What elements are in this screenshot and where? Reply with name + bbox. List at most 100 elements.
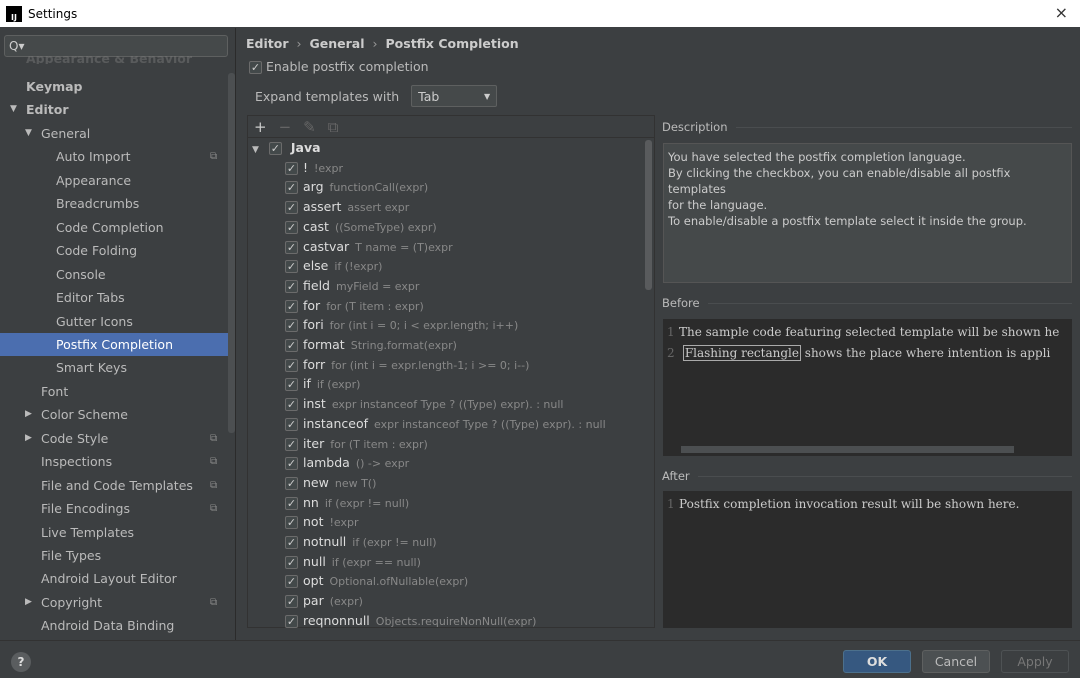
help-button[interactable]: ? bbox=[11, 652, 31, 672]
edit-icon[interactable]: ✎ bbox=[303, 118, 316, 136]
template-item[interactable]: ✓ iter for (T item : expr) bbox=[285, 434, 428, 454]
checkbox-icon[interactable]: ✓ bbox=[285, 378, 298, 392]
sidebar-item-smart-keys[interactable]: Smart Keys bbox=[0, 356, 228, 379]
sidebar-item-editor-tabs[interactable]: Editor Tabs bbox=[0, 286, 228, 309]
sidebar-item-auto-import[interactable]: Auto Import ⧉ bbox=[0, 145, 228, 168]
cancel-button[interactable]: Cancel bbox=[922, 650, 990, 673]
template-item[interactable]: ✓ notnull if (expr != null) bbox=[285, 532, 437, 552]
checkbox-icon[interactable]: ✓ bbox=[268, 142, 282, 155]
checkbox-icon[interactable]: ✓ bbox=[285, 299, 298, 313]
template-item[interactable]: ✓ null if (expr == null) bbox=[285, 552, 421, 572]
close-icon[interactable]: × bbox=[1055, 3, 1068, 22]
sidebar-item-gutter-icons[interactable]: Gutter Icons bbox=[0, 310, 228, 333]
checkbox-icon[interactable]: ✓ bbox=[285, 614, 298, 628]
checkbox-icon[interactable]: ✓ bbox=[249, 61, 262, 74]
sidebar-item-general[interactable]: ▼ General bbox=[0, 122, 228, 145]
checkbox-icon[interactable]: ✓ bbox=[285, 417, 298, 431]
template-item[interactable]: ✓ if if (expr) bbox=[285, 374, 360, 394]
after-editor[interactable]: 1 Postfix completion invocation result wi… bbox=[663, 491, 1072, 628]
template-group-java[interactable]: ▼ ✓ Java bbox=[252, 138, 321, 158]
template-item[interactable]: ✓ par (expr) bbox=[285, 591, 363, 611]
checkbox-icon[interactable]: ✓ bbox=[285, 595, 298, 609]
checkbox-icon[interactable]: ✓ bbox=[285, 201, 298, 215]
template-item[interactable]: ✓ field myField = expr bbox=[285, 276, 419, 296]
sidebar-item-font[interactable]: Font bbox=[0, 380, 228, 403]
template-item[interactable]: ✓ not !expr bbox=[285, 512, 358, 532]
add-icon[interactable]: + bbox=[254, 118, 267, 136]
copy-icon[interactable]: ⧉ bbox=[328, 118, 339, 136]
checkbox-icon[interactable]: ✓ bbox=[285, 319, 298, 333]
template-item[interactable]: ✓ inst expr instanceof Type ? ((Type) expr… bbox=[285, 394, 563, 414]
sidebar-item-editor[interactable]: ▼ Editor bbox=[0, 98, 228, 121]
checkbox-icon[interactable]: ✓ bbox=[285, 536, 298, 549]
sidebar-item-appearance-behavior[interactable]: Appearance & Behavior bbox=[26, 56, 192, 64]
sidebar-item-console[interactable]: Console bbox=[0, 263, 228, 286]
breadcrumb-item[interactable]: Editor bbox=[246, 36, 289, 51]
checkbox-icon[interactable]: ✓ bbox=[285, 279, 298, 293]
template-item[interactable]: ✓ lambda () -> expr bbox=[285, 453, 409, 473]
sidebar-item-appearance[interactable]: Appearance bbox=[0, 169, 228, 192]
checkbox-icon[interactable]: ✓ bbox=[285, 516, 298, 530]
template-item[interactable]: ✓ opt Optional.ofNullable(expr) bbox=[285, 571, 468, 591]
sidebar-item-breadcrumbs[interactable]: Breadcrumbs bbox=[0, 192, 228, 215]
sidebar-item-postfix-completion[interactable]: Postfix Completion bbox=[0, 332, 228, 356]
template-item[interactable]: ✓ arg functionCall(expr) bbox=[285, 177, 428, 197]
checkbox-icon[interactable]: ✓ bbox=[285, 220, 298, 234]
expand-arrow-icon[interactable]: ▼ bbox=[10, 98, 17, 121]
checkbox-icon[interactable]: ✓ bbox=[285, 575, 298, 589]
before-editor[interactable]: 1 The sample code featuring selected temp… bbox=[663, 319, 1072, 456]
expand-templates-select[interactable]: Tab ▼ bbox=[411, 85, 498, 107]
checkbox-icon[interactable]: ✓ bbox=[285, 358, 298, 372]
search-input[interactable]: Q▾ bbox=[4, 35, 228, 57]
template-item[interactable]: ✓ for for (T item : expr) bbox=[285, 296, 424, 316]
list-scrollbar[interactable] bbox=[645, 140, 652, 290]
checkbox-icon[interactable]: ✓ bbox=[285, 437, 298, 451]
template-item[interactable]: ✓! !expr bbox=[285, 158, 343, 178]
checkbox-icon[interactable]: ✓ bbox=[285, 555, 298, 569]
template-item[interactable]: ✓ forr for (int i = expr.length-1; i >= 0;… bbox=[285, 355, 529, 375]
template-item[interactable]: ✓ reqnonnull Objects.requireNonNull(expr) bbox=[285, 611, 536, 628]
template-item[interactable]: ✓ fori for (int i = 0; i < expr.length; i+… bbox=[285, 315, 518, 335]
template-item[interactable]: ✓ else if (!expr) bbox=[285, 256, 382, 276]
sidebar-item-code-completion[interactable]: Code Completion bbox=[0, 216, 228, 239]
template-item[interactable]: ✓ format String.format(expr) bbox=[285, 335, 457, 355]
sidebar-item-file-and-code-templates[interactable]: File and Code Templates ⧉ bbox=[0, 474, 228, 497]
checkbox-icon[interactable]: ✓ bbox=[285, 339, 298, 352]
collapse-arrow-icon[interactable]: ▶ bbox=[25, 403, 32, 426]
sidebar-item-file-types[interactable]: File Types bbox=[0, 544, 228, 567]
checkbox-icon[interactable]: ✓ bbox=[285, 476, 298, 490]
sidebar-item-color-scheme[interactable]: ▶ Color Scheme bbox=[0, 403, 228, 426]
checkbox-icon[interactable]: ✓ bbox=[285, 496, 298, 510]
sidebar-item-inspections[interactable]: Inspections ⧉ bbox=[0, 450, 228, 473]
horizontal-scrollbar[interactable] bbox=[681, 446, 1014, 453]
checkbox-icon[interactable]: ✓ bbox=[285, 161, 298, 175]
collapse-arrow-icon[interactable]: ▶ bbox=[25, 591, 32, 614]
template-item[interactable]: ✓ cast ((SomeType) expr) bbox=[285, 217, 437, 237]
sidebar-scrollbar[interactable] bbox=[228, 73, 235, 433]
sidebar-item-file-encodings[interactable]: File Encodings ⧉ bbox=[0, 497, 228, 520]
remove-icon[interactable]: − bbox=[279, 118, 292, 136]
sidebar-item-copyright[interactable]: ▶ Copyright ⧉ bbox=[0, 591, 228, 614]
checkbox-icon[interactable]: ✓ bbox=[285, 398, 298, 412]
checkbox-icon[interactable]: ✓ bbox=[285, 181, 298, 195]
sidebar-item-android-data-binding[interactable]: Android Data Binding bbox=[0, 614, 228, 637]
template-item[interactable]: ✓ nn if (expr != null) bbox=[285, 493, 409, 513]
template-item[interactable]: ✓ assert assert expr bbox=[285, 197, 409, 217]
enable-postfix-checkbox[interactable]: ✓ Enable postfix completion bbox=[249, 59, 429, 74]
template-item[interactable]: ✓ new new T() bbox=[285, 473, 376, 493]
sidebar-item-live-templates[interactable]: Live Templates bbox=[0, 521, 228, 544]
template-item[interactable]: ✓ castvar T name = (T)expr bbox=[285, 237, 453, 257]
sidebar-item-code-folding[interactable]: Code Folding bbox=[0, 239, 228, 262]
apply-button[interactable]: Apply bbox=[1001, 650, 1069, 673]
sidebar-item-keymap[interactable]: Keymap bbox=[0, 75, 228, 98]
expand-arrow-icon[interactable]: ▼ bbox=[252, 145, 259, 155]
ok-button[interactable]: OK bbox=[843, 650, 911, 673]
sidebar-item-code-style[interactable]: ▶ Code Style ⧉ bbox=[0, 427, 228, 450]
breadcrumb-item[interactable]: General bbox=[310, 36, 365, 51]
collapse-arrow-icon[interactable]: ▶ bbox=[25, 427, 32, 450]
checkbox-icon[interactable]: ✓ bbox=[285, 240, 298, 254]
expand-arrow-icon[interactable]: ▼ bbox=[25, 122, 32, 145]
template-item[interactable]: ✓ instanceof expr instanceof Type ? ((Type… bbox=[285, 414, 606, 434]
sidebar-item-android-layout-editor[interactable]: Android Layout Editor bbox=[0, 567, 228, 590]
checkbox-icon[interactable]: ✓ bbox=[285, 260, 298, 274]
